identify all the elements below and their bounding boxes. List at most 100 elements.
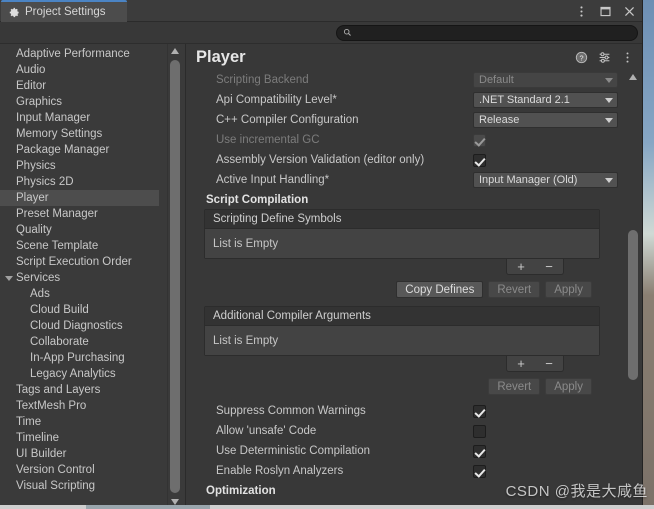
sidebar-item-package-manager[interactable]: Package Manager <box>0 142 159 158</box>
tab-project-settings[interactable]: Project Settings <box>1 0 127 22</box>
sidebar-item-visual-scripting[interactable]: Visual Scripting <box>0 478 159 494</box>
apply-button: Apply <box>545 378 592 395</box>
sidebar-item-tags-and-layers[interactable]: Tags and Layers <box>0 382 159 398</box>
search-input[interactable] <box>356 26 631 39</box>
checkbox-use-deterministic-compilation[interactable] <box>473 444 486 458</box>
remove-item-button[interactable]: − <box>545 260 553 273</box>
checkbox-wrap <box>473 404 618 418</box>
list-footer: + − <box>204 259 600 276</box>
settings-scroll-area: Scripting Backend Default Api Compatibilit… <box>186 70 624 509</box>
list-footer: + − <box>204 356 600 373</box>
sidebar-item-memory-settings[interactable]: Memory Settings <box>0 126 159 142</box>
sidebar-item-label: Services <box>16 272 61 284</box>
sidebar-scrollbar-thumb[interactable] <box>170 60 180 493</box>
gear-icon <box>9 7 19 17</box>
preset-icon[interactable] <box>598 51 611 64</box>
copy-defines-button[interactable]: Copy Defines <box>396 281 484 298</box>
sidebar-item-scene-template[interactable]: Scene Template <box>0 238 159 254</box>
list-header: Scripting Define Symbols <box>205 210 599 229</box>
property-row: Use incremental GC <box>194 130 618 150</box>
sidebar-item-cloud-diagnostics[interactable]: Cloud Diagnostics <box>0 318 159 334</box>
sidebar-item-cloud-build[interactable]: Cloud Build <box>0 302 159 318</box>
scroll-up-arrow-icon[interactable] <box>629 74 637 80</box>
list-button-row: Copy Defines Revert Apply <box>194 276 618 298</box>
sidebar-item-collaborate[interactable]: Collaborate <box>0 334 159 350</box>
sidebar-item-ads[interactable]: Ads <box>0 286 159 302</box>
checkbox-enable-roslyn-analyzers[interactable] <box>473 464 486 478</box>
main-scrollbar-thumb[interactable] <box>628 230 638 380</box>
sidebar-item-player[interactable]: Player <box>0 190 159 206</box>
sidebar-item-legacy-analytics[interactable]: Legacy Analytics <box>0 366 159 382</box>
dropdown-active-input-handling[interactable]: Input Manager (Old) <box>473 172 618 188</box>
page-title: Player <box>196 47 246 66</box>
sidebar-item-script-execution-order[interactable]: Script Execution Order <box>0 254 159 270</box>
dropdown-value: Release <box>479 114 520 126</box>
sidebar-item-label: Adaptive Performance <box>16 48 130 60</box>
list-empty-message: List is Empty <box>205 229 599 258</box>
panel-header: Player ? <box>186 44 642 70</box>
apply-button: Apply <box>545 281 592 298</box>
add-item-button[interactable]: + <box>517 260 525 273</box>
sidebar-item-physics-2d[interactable]: Physics 2D <box>0 174 159 190</box>
main-scrollbar[interactable] <box>626 70 640 509</box>
dropdown-value: Input Manager (Old) <box>479 174 578 186</box>
kebab-menu-icon[interactable] <box>575 5 588 18</box>
scroll-up-arrow-icon[interactable] <box>171 48 179 54</box>
toggle-row: Use Deterministic Compilation <box>194 441 618 461</box>
sidebar-item-adaptive-performance[interactable]: Adaptive Performance <box>0 46 159 62</box>
sidebar-item-audio[interactable]: Audio <box>0 62 159 78</box>
settings-sidebar: Adaptive Performance Audio Editor Graphics I… <box>0 44 186 509</box>
sidebar-item-graphics[interactable]: Graphics <box>0 94 159 110</box>
sidebar-item-label: Cloud Build <box>30 304 89 316</box>
sidebar-item-preset-manager[interactable]: Preset Manager <box>0 206 159 222</box>
sidebar-item-label: Ads <box>30 288 50 300</box>
close-icon[interactable] <box>623 5 636 18</box>
checkbox-assembly-version-validation-editor-only[interactable] <box>473 153 486 167</box>
sidebar-item-label: Package Manager <box>16 144 110 156</box>
add-item-button[interactable]: + <box>517 357 525 370</box>
help-icon[interactable]: ? <box>575 51 588 64</box>
window-body: Adaptive Performance Audio Editor Graphics I… <box>0 44 642 509</box>
sidebar-item-quality[interactable]: Quality <box>0 222 159 238</box>
toggle-row: Enable Roslyn Analyzers <box>194 461 618 481</box>
property-label: Api Compatibility Level* <box>216 94 337 106</box>
panel-header-icons: ? <box>575 51 634 64</box>
tab-bar: Project Settings <box>0 0 642 22</box>
sidebar-item-timeline[interactable]: Timeline <box>0 430 159 446</box>
taskbar-item[interactable] <box>86 505 210 509</box>
expander-triangle-icon[interactable] <box>5 275 13 281</box>
sidebar-item-label: Timeline <box>16 432 60 444</box>
toggle-label: Enable Roslyn Analyzers <box>216 465 344 477</box>
dropdown-api-compatibility-level[interactable]: .NET Standard 2.1 <box>473 92 618 108</box>
sidebar-item-time[interactable]: Time <box>0 414 159 430</box>
property-label: Use incremental GC <box>216 134 320 146</box>
list-box: Additional Compiler Arguments List is Emp… <box>204 306 600 356</box>
sidebar-item-ui-builder[interactable]: UI Builder <box>0 446 159 462</box>
window-controls <box>575 0 636 22</box>
kebab-menu-icon[interactable] <box>621 51 634 64</box>
dropdown-c-compiler-configuration[interactable]: Release <box>473 112 618 128</box>
sidebar-item-label: TextMesh Pro <box>16 400 87 412</box>
checkbox-wrap <box>473 133 618 147</box>
chevron-down-icon <box>605 97 613 103</box>
toggle-label: Allow 'unsafe' Code <box>216 425 317 437</box>
toggle-row: Suppress Common Warnings <box>194 401 618 421</box>
sidebar-item-services[interactable]: Services <box>0 270 159 286</box>
checkbox-suppress-common-warnings[interactable] <box>473 404 486 418</box>
section-header-optimization: Optimization <box>206 485 276 497</box>
sidebar-item-label: UI Builder <box>16 448 67 460</box>
checkbox-allow-'unsafe'-code[interactable] <box>473 424 486 438</box>
maximize-icon[interactable] <box>599 5 612 18</box>
sidebar-item-physics[interactable]: Physics <box>0 158 159 174</box>
remove-item-button[interactable]: − <box>545 357 553 370</box>
property-row: C++ Compiler Configuration Release <box>194 110 618 130</box>
sidebar-item-in-app-purchasing[interactable]: In-App Purchasing <box>0 350 159 366</box>
sidebar-item-version-control[interactable]: Version Control <box>0 462 159 478</box>
sidebar-item-editor[interactable]: Editor <box>0 78 159 94</box>
sidebar-item-textmesh-pro[interactable]: TextMesh Pro <box>0 398 159 414</box>
sidebar-item-input-manager[interactable]: Input Manager <box>0 110 159 126</box>
toggle-label: Use Deterministic Compilation <box>216 445 371 457</box>
search-field-container[interactable] <box>336 24 638 41</box>
sidebar-scrollbar[interactable] <box>167 44 182 509</box>
